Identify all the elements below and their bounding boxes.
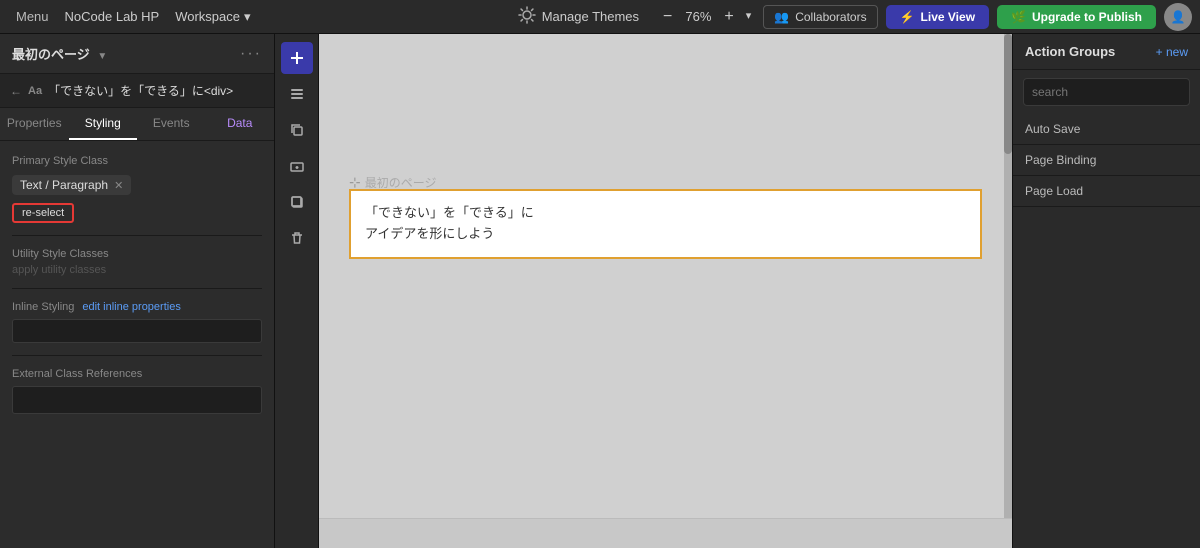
action-groups-search[interactable] (1023, 78, 1190, 106)
chevron-down-icon: ▾ (244, 9, 251, 25)
page-title: 最初のページ ▼ (12, 44, 107, 63)
canvas-scrollbar-thumb (1004, 34, 1012, 154)
action-groups-title: Action Groups (1025, 44, 1115, 59)
divider-1 (12, 235, 262, 236)
avatar[interactable]: 👤 (1164, 3, 1192, 31)
workspace-label: Workspace (175, 9, 240, 24)
copy-button[interactable] (281, 114, 313, 146)
zoom-level: 76% (680, 9, 716, 24)
action-groups-list: Auto Save Page Binding Page Load (1013, 114, 1200, 207)
add-child-button[interactable] (281, 150, 313, 182)
canvas-toolbar (275, 34, 319, 548)
page-more-button[interactable]: ··· (240, 45, 262, 63)
new-action-group-button[interactable]: + new (1156, 45, 1188, 59)
divider-3 (12, 355, 262, 356)
style-tag: Text / Paragraph ✕ (12, 175, 131, 195)
publish-button[interactable]: 🌿 Upgrade to Publish (997, 5, 1156, 29)
zoom-decrease-button[interactable]: − (659, 9, 676, 25)
external-class-label: External Class References (12, 368, 262, 380)
live-view-label: Live View (921, 10, 975, 24)
collaborators-button[interactable]: 👥 Collaborators (763, 5, 877, 29)
page-title-arrow: ▼ (97, 51, 107, 62)
action-item-page-binding[interactable]: Page Binding (1013, 145, 1200, 176)
left-panel: 最初のページ ▼ ··· ← Aa 「できない」を「できる」に<div> Pro… (0, 34, 275, 548)
content-line-1: 「できない」を「できる」に (365, 203, 966, 224)
inline-edit-link[interactable]: edit inline properties (82, 301, 180, 313)
manage-themes-label: Manage Themes (542, 9, 639, 24)
inline-styling-row: Inline Styling edit inline properties (12, 301, 262, 313)
menu-button[interactable]: Menu (8, 5, 57, 28)
zoom-increase-button[interactable]: + (720, 9, 737, 25)
lightning-icon: ⚡ (900, 10, 915, 24)
inline-styling-label: Inline Styling (12, 301, 74, 313)
style-tag-remove-icon[interactable]: ✕ (114, 179, 123, 192)
publish-icon: 🌿 (1011, 10, 1026, 24)
tab-data[interactable]: Data (206, 108, 275, 140)
layout: 最初のページ ▼ ··· ← Aa 「できない」を「できる」に<div> Pro… (0, 34, 1200, 548)
element-breadcrumb: ← Aa 「できない」を「できる」に<div> (0, 74, 274, 108)
divider-2 (12, 288, 262, 289)
utility-placeholder: apply utility classes (12, 264, 262, 276)
tabs: Properties Styling Events Data (0, 108, 274, 141)
breadcrumb-element-label: 「できない」を「できる」に<div> (48, 82, 233, 99)
zoom-dropdown-button[interactable]: ▾ (742, 11, 756, 22)
zoom-controls: − 76% + ▾ (659, 9, 755, 25)
breadcrumb-back-icon[interactable]: ← (10, 84, 22, 98)
right-panel-header: Action Groups + new (1013, 34, 1200, 70)
inline-input[interactable] (12, 319, 262, 343)
paste-button[interactable] (281, 186, 313, 218)
tab-styling[interactable]: Styling (69, 108, 138, 140)
canvas: ⊹ 最初のページ 「できない」を「できる」に アイデアを形にしよう (319, 34, 1012, 548)
panel-content: Primary Style Class Text / Paragraph ✕ r… (0, 141, 274, 548)
utility-style-label: Utility Style Classes (12, 248, 262, 260)
breadcrumb-aa-icon[interactable]: Aa (28, 85, 42, 97)
right-panel: Action Groups + new Auto Save Page Bindi… (1012, 34, 1200, 548)
re-select-button[interactable]: re-select (12, 203, 74, 223)
collaborators-icon: 👥 (774, 10, 789, 24)
manage-themes-button[interactable]: Manage Themes (506, 2, 651, 31)
action-item-auto-save[interactable]: Auto Save (1013, 114, 1200, 145)
canvas-scrollbar[interactable] (1004, 34, 1012, 548)
sun-icon (518, 6, 536, 27)
add-element-button[interactable] (281, 42, 313, 74)
content-line-2: アイデアを形にしよう (365, 224, 966, 245)
primary-style-class-label: Primary Style Class (12, 155, 262, 167)
collaborators-label: Collaborators (795, 10, 866, 24)
action-item-page-load[interactable]: Page Load (1013, 176, 1200, 207)
canvas-inner: ⊹ 最初のページ 「できない」を「できる」に アイデアを形にしよう (319, 34, 1012, 518)
site-name: NoCode Lab HP (65, 9, 160, 24)
tab-events[interactable]: Events (137, 108, 206, 140)
style-class-row: Text / Paragraph ✕ (12, 175, 262, 195)
page-content-box[interactable]: 「できない」を「できる」に アイデアを形にしよう (349, 189, 982, 259)
topbar: Menu NoCode Lab HP Workspace ▾ Manage Th… (0, 0, 1200, 34)
layers-button[interactable] (281, 78, 313, 110)
style-tag-label: Text / Paragraph (20, 178, 108, 192)
tab-properties[interactable]: Properties (0, 108, 69, 140)
delete-button[interactable] (281, 222, 313, 254)
page-header: 最初のページ ▼ ··· (0, 34, 274, 74)
canvas-bottom-bar (319, 518, 1012, 548)
content-text: 「できない」を「できる」に アイデアを形にしよう (365, 203, 966, 245)
publish-label: Upgrade to Publish (1032, 10, 1142, 24)
live-view-button[interactable]: ⚡ Live View (886, 5, 989, 29)
external-class-input[interactable] (12, 386, 262, 414)
workspace-button[interactable]: Workspace ▾ (167, 5, 258, 29)
